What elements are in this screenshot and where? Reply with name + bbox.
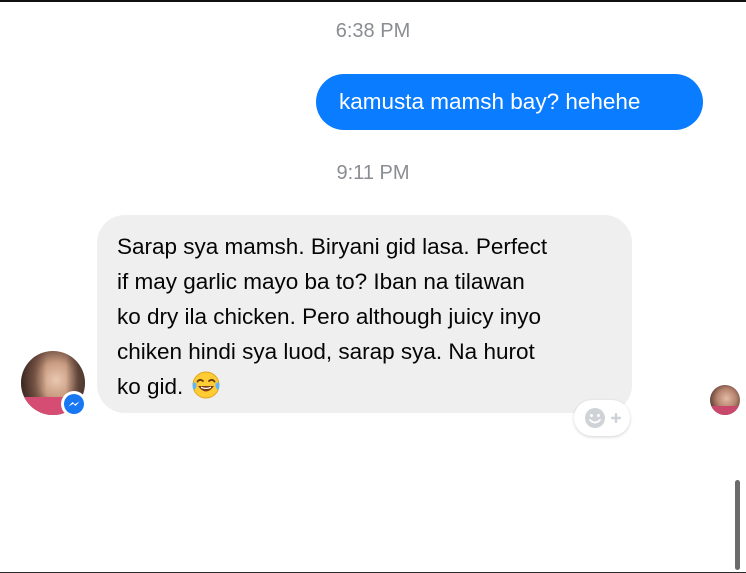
message-line-5-text: ko gid. bbox=[117, 374, 184, 399]
messenger-icon bbox=[64, 394, 84, 414]
scrollbar[interactable] bbox=[735, 480, 740, 570]
message-line-1: Sarap sya mamsh. Biryani gid lasa. Perfe… bbox=[117, 234, 548, 259]
message-line-2: if may garlic mayo ba to? Iban na tilawa… bbox=[117, 269, 525, 294]
seen-avatar-clothing bbox=[710, 406, 740, 415]
message-line-3: ko dry ila chicken. Pero although juicy … bbox=[117, 304, 541, 329]
message-line-5: ko gid. bbox=[117, 369, 614, 404]
face-with-tears-of-joy-icon bbox=[192, 371, 220, 399]
incoming-message-bubble[interactable]: Sarap sya mamsh. Biryani gid lasa. Perfe… bbox=[97, 215, 632, 413]
message-line-4: chiken hindi sya luod, sarap sya. Na hur… bbox=[117, 339, 535, 364]
messenger-badge bbox=[61, 391, 87, 417]
seen-indicator-avatar bbox=[710, 385, 740, 415]
timestamp-2: 9:11 PM bbox=[336, 162, 410, 184]
timestamp-1: 6:38 PM bbox=[335, 20, 411, 42]
add-reaction-icon bbox=[585, 408, 621, 428]
add-reaction-button[interactable] bbox=[574, 400, 630, 436]
outgoing-message-bubble[interactable]: kamusta mamsh bay? hehehe bbox=[316, 74, 703, 130]
window-top-border bbox=[0, 0, 746, 2]
